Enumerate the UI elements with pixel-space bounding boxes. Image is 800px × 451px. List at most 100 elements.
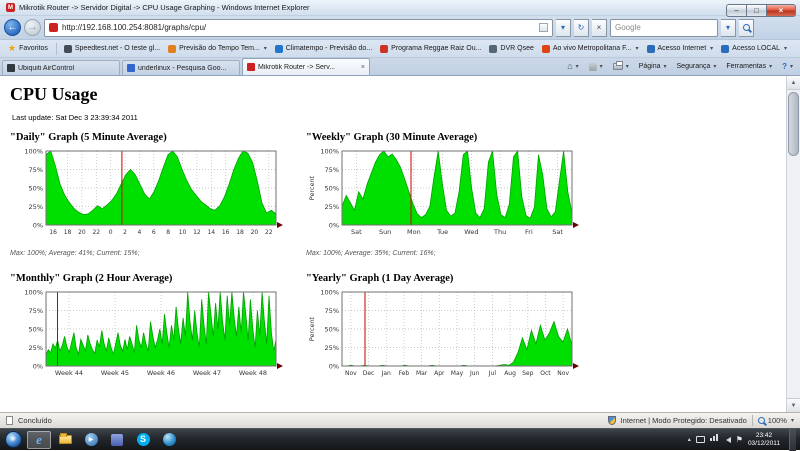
- taskbar-app-google-earth[interactable]: [157, 431, 181, 449]
- safety-menu-button[interactable]: Segurança ▾: [674, 62, 720, 71]
- google-earth-icon: [162, 433, 176, 446]
- zoom-control[interactable]: 100% ▾: [757, 416, 794, 425]
- svg-text:Dec: Dec: [363, 370, 375, 377]
- tab[interactable]: Ubiquiti AirControl: [2, 60, 120, 75]
- taskbar-clock[interactable]: 23:42 03/12/2011: [748, 432, 780, 447]
- svg-text:2: 2: [123, 229, 127, 236]
- home-icon: ⌂: [567, 61, 573, 71]
- favorites-bar: ★ Favoritos Speedtest.net - O teste gl..…: [0, 40, 800, 58]
- weekly-cpu-graph: 0% 25% 50% 75% 100% Sat Sun Mon Tue Wed Thu Fri Sat P…: [306, 147, 598, 249]
- monitor-tray-icon[interactable]: [695, 436, 705, 443]
- favorites-button[interactable]: ★ Favoritos: [4, 43, 52, 54]
- search-input[interactable]: Google: [610, 18, 718, 37]
- back-button[interactable]: ←: [4, 19, 21, 36]
- svg-text:25%: 25%: [29, 203, 43, 211]
- chevron-down-icon: ▾: [575, 64, 579, 70]
- tab-active[interactable]: Mikrotik Router -> Serv... ×: [242, 58, 370, 75]
- yearly-cpu-graph: 0% 25% 50% 75% 100% Nov Dec Jan Feb Mar Apr May Jun J…: [306, 288, 598, 390]
- skype-icon: S: [136, 433, 150, 446]
- favorite-site-icon: [380, 44, 389, 53]
- svg-text:Nov: Nov: [557, 370, 569, 377]
- chevron-down-icon: ▾: [784, 46, 788, 52]
- search-dropdown-button[interactable]: ▾: [721, 18, 736, 37]
- search-button[interactable]: [739, 18, 754, 37]
- favorite-item[interactable]: Acesso Internet ▾: [644, 44, 717, 54]
- hidden-icons-button[interactable]: ▴: [688, 436, 691, 443]
- graph-title: "Yearly" Graph (1 Day Average): [306, 273, 454, 284]
- svg-text:Percent: Percent: [308, 316, 316, 341]
- favorite-item[interactable]: Programa Reggae Raiz Ou...: [377, 44, 484, 54]
- tools-menu-button[interactable]: Ferramentas ▾: [723, 62, 775, 71]
- svg-text:0%: 0%: [33, 363, 43, 371]
- graph-grid: "Daily" Graph (5 Minute Average) 0% 25% 50…: [10, 132, 776, 390]
- help-icon: ?: [782, 62, 787, 71]
- chevron-down-icon: ▾: [599, 64, 603, 70]
- network-icon[interactable]: [709, 434, 718, 441]
- scroll-up-icon[interactable]: ▲: [787, 76, 800, 90]
- taskbar-apps: e ▶ S: [27, 430, 181, 449]
- chevron-down-icon: ▾: [625, 64, 629, 70]
- taskbar-app-windows-media-player[interactable]: ▶: [79, 431, 103, 449]
- favorite-item[interactable]: Climatempo - Previsão do...: [272, 44, 375, 54]
- window-controls: – □ ×: [726, 4, 796, 17]
- svg-text:Sat: Sat: [552, 228, 563, 236]
- favorite-item[interactable]: Previsão do Tempo Tem... ▾: [165, 44, 270, 54]
- taskbar-app-windows-explorer[interactable]: [53, 431, 77, 449]
- forward-button[interactable]: →: [24, 19, 41, 36]
- scroll-down-icon[interactable]: ▼: [787, 398, 800, 412]
- stop-button[interactable]: ×: [592, 18, 607, 37]
- svg-text:75%: 75%: [29, 307, 43, 315]
- svg-text:Week 48: Week 48: [239, 369, 267, 377]
- graph-title: "Weekly" Graph (30 Minute Average): [306, 132, 478, 143]
- feeds-button[interactable]: ▾: [586, 62, 606, 72]
- favorite-site-icon: [646, 44, 655, 53]
- taskbar-app-skype[interactable]: S: [131, 431, 155, 449]
- start-button[interactable]: [5, 431, 22, 448]
- volume-icon[interactable]: [723, 436, 731, 443]
- svg-text:18: 18: [236, 229, 244, 236]
- tabs: Ubiquiti AirControl underlinux - Pesquisa…: [2, 58, 372, 75]
- taskbar-app-internet-explorer[interactable]: e: [27, 430, 51, 449]
- favorite-item-label: Climatempo - Previsão do...: [285, 45, 373, 52]
- maximize-button[interactable]: □: [746, 4, 766, 17]
- system-tray: ▴ ⚑ 23:42 03/12/2011: [688, 428, 798, 451]
- svg-text:Jun: Jun: [469, 370, 480, 377]
- document-icon: [6, 416, 13, 425]
- favorite-item[interactable]: Speedtest.net - O teste gl...: [61, 44, 163, 54]
- help-button[interactable]: ? ▾: [779, 61, 796, 72]
- vertical-scrollbar[interactable]: ▲ ▼: [786, 76, 800, 412]
- taskbar-app-application-blue[interactable]: [105, 431, 129, 449]
- svg-text:Aug: Aug: [504, 370, 516, 377]
- svg-text:0%: 0%: [329, 222, 339, 230]
- svg-text:Mar: Mar: [416, 370, 428, 377]
- compatibility-view-icon[interactable]: [539, 23, 548, 32]
- svg-text:Oct: Oct: [540, 370, 551, 377]
- show-desktop-button[interactable]: [789, 428, 796, 451]
- chevron-down-icon: ▾: [710, 46, 714, 52]
- url-dropdown-button[interactable]: ▾: [556, 18, 571, 37]
- scrollbar-thumb[interactable]: [788, 92, 799, 156]
- print-button[interactable]: ▾: [610, 61, 632, 71]
- svg-text:25%: 25%: [325, 344, 339, 352]
- page-menu-button[interactable]: Página ▾: [636, 62, 670, 71]
- tab[interactable]: underlinux - Pesquisa Goo...: [122, 60, 240, 75]
- daily-cpu-graph: 0% 25% 50% 75% 100% 16 18 20 22 0 2 4 6 8 10 12 14 16 18 20…: [10, 147, 302, 249]
- svg-text:Week 44: Week 44: [55, 369, 83, 377]
- action-center-flag-icon[interactable]: ⚑: [736, 435, 743, 444]
- refresh-button[interactable]: ↻: [574, 18, 589, 37]
- minimize-button[interactable]: –: [726, 4, 746, 17]
- command-bar: ⌂ ▾ ▾ ▾ Página ▾ Segurança ▾ Ferramentas: [564, 58, 798, 75]
- svg-text:75%: 75%: [325, 166, 339, 174]
- favorite-item[interactable]: DVR Qsee: [486, 44, 536, 54]
- close-button[interactable]: ×: [766, 4, 796, 17]
- svg-text:Sat: Sat: [351, 228, 362, 236]
- svg-text:0: 0: [109, 229, 113, 236]
- home-button[interactable]: ⌂ ▾: [564, 61, 581, 72]
- url-field[interactable]: http://192.168.100.254:8081/graphs/cpu/: [44, 18, 553, 37]
- favorite-item-label: Programa Reggae Raiz Ou...: [391, 45, 482, 52]
- svg-text:100%: 100%: [24, 289, 43, 297]
- favorite-item[interactable]: Acesso LOCAL ▾: [718, 44, 790, 54]
- star-icon: ★: [8, 43, 17, 53]
- tab-close-icon[interactable]: ×: [361, 64, 365, 71]
- favorite-item[interactable]: Ao vivo Metropolitana F... ▾: [539, 44, 642, 54]
